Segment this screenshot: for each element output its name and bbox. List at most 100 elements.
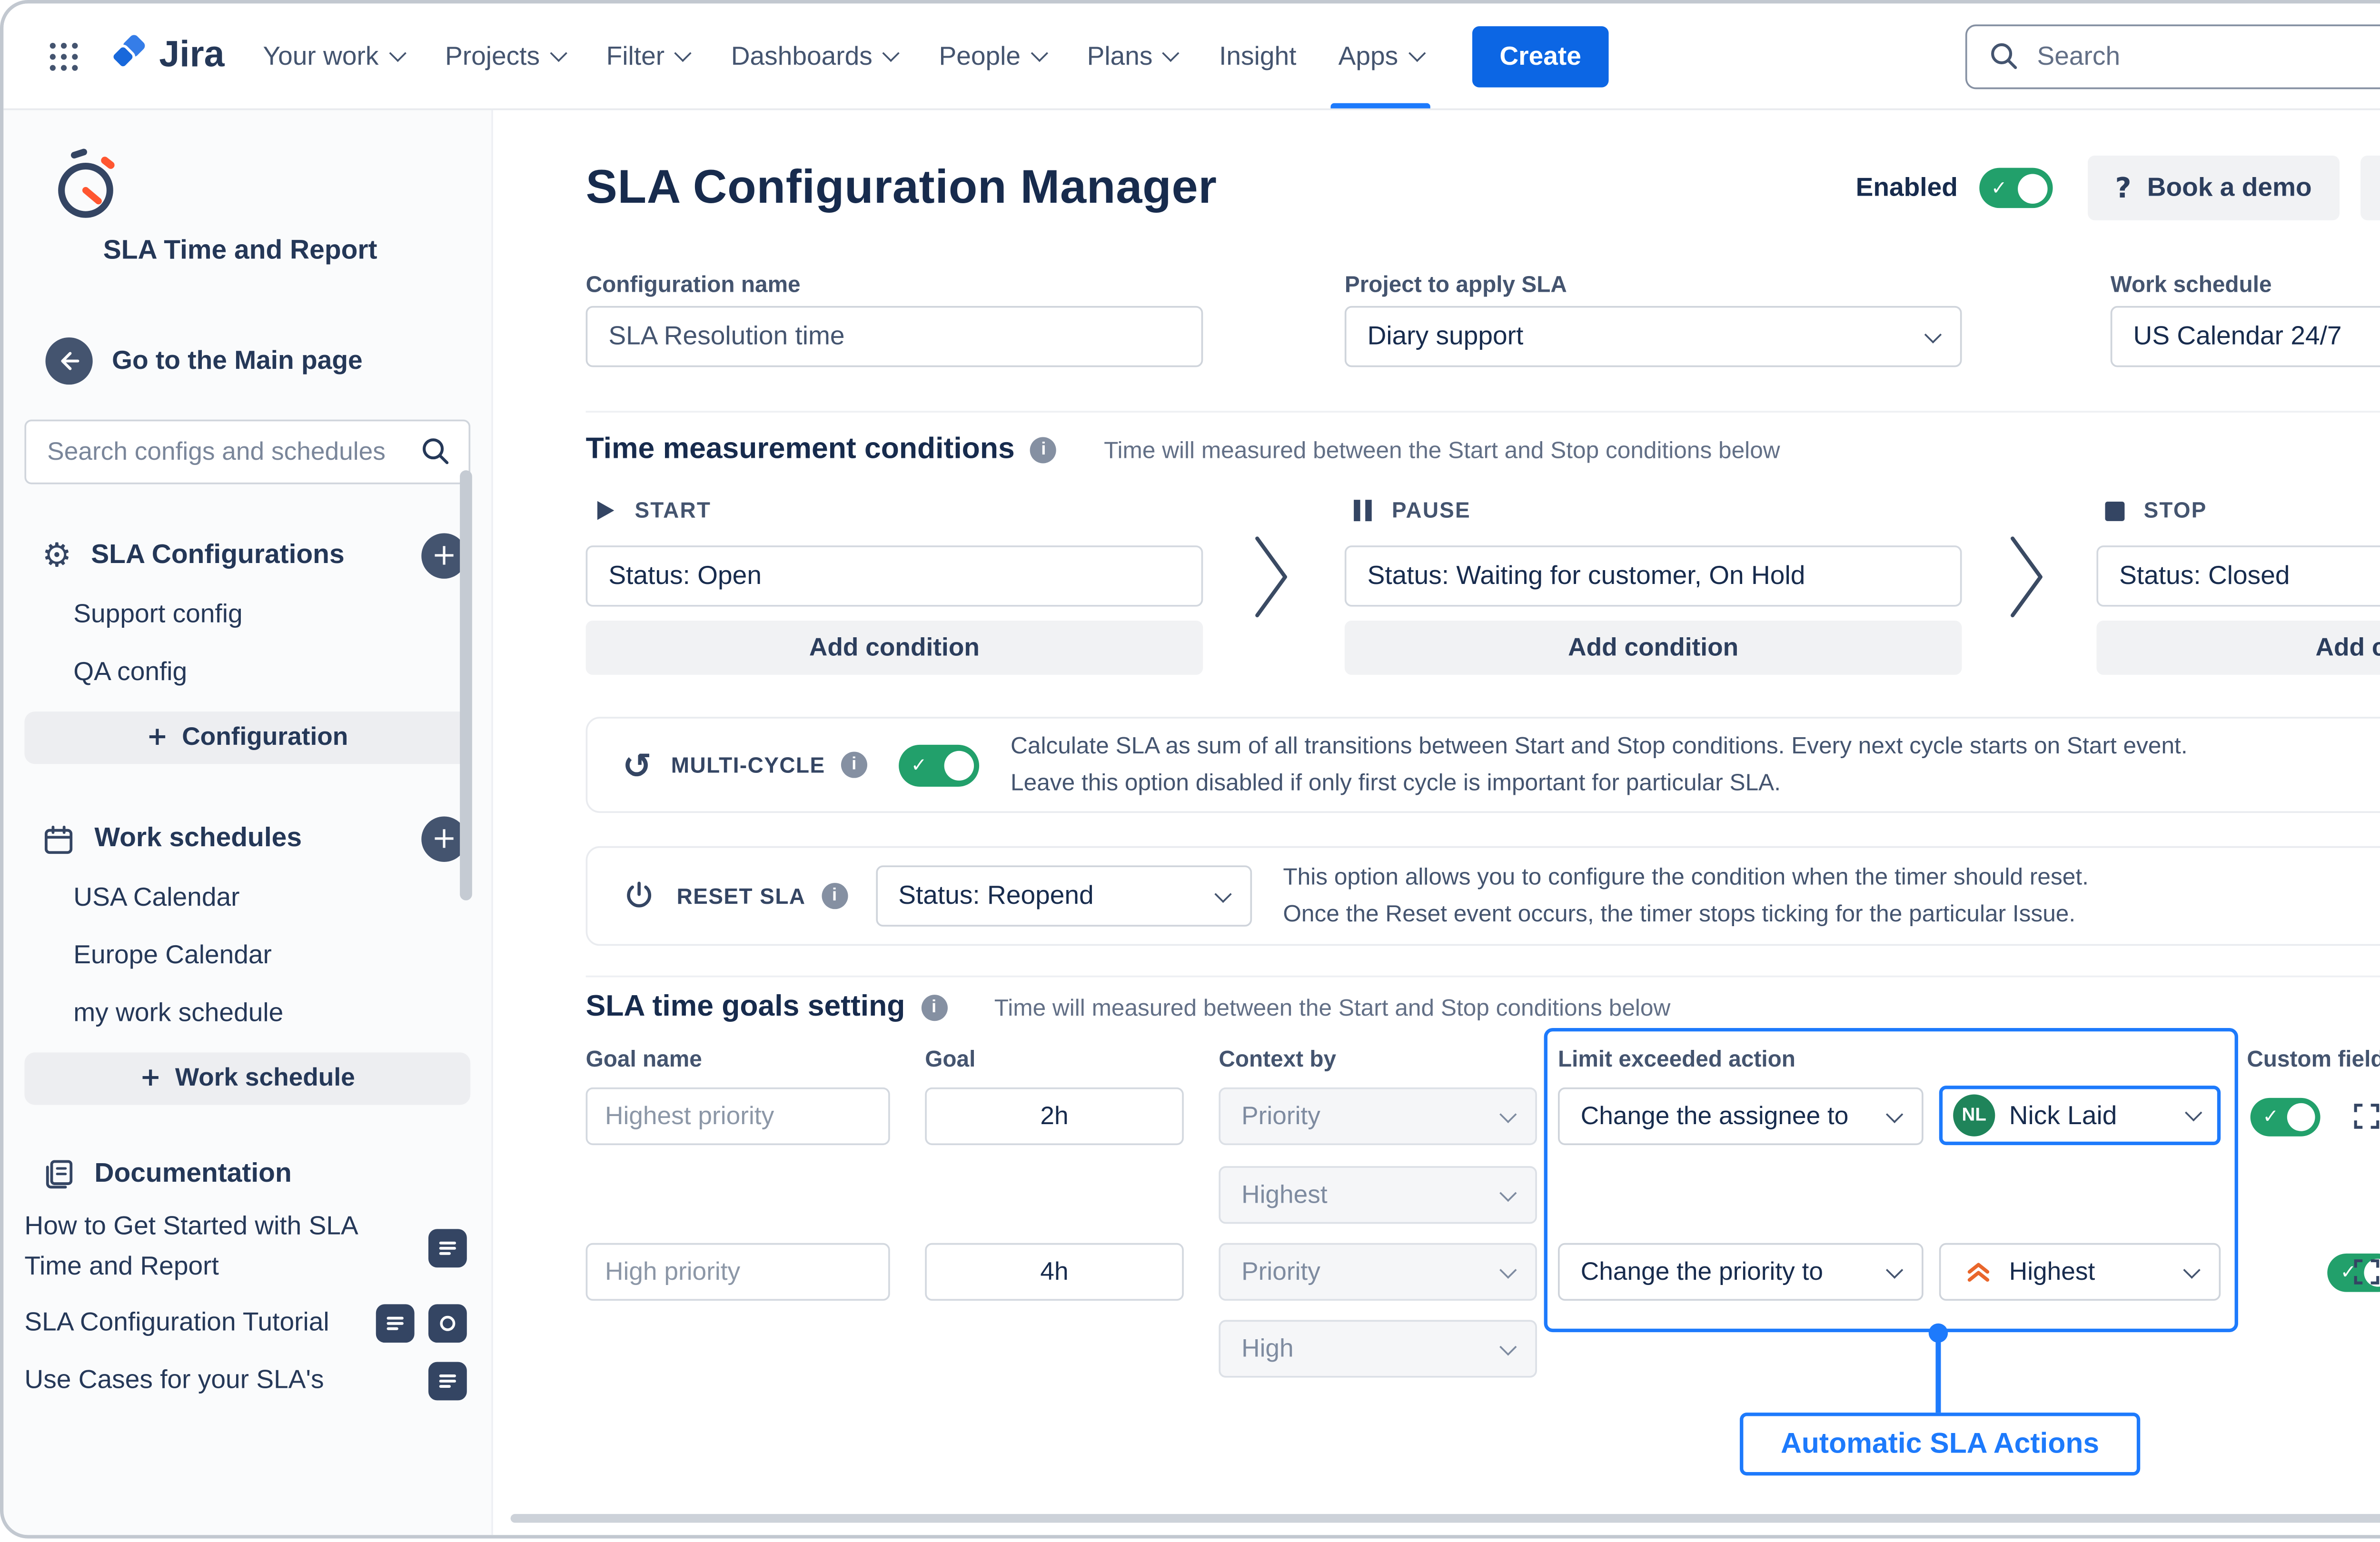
sla-configurations-section-header: ⚙ SLA Configurations + bbox=[42, 533, 467, 579]
sidebar-search-input[interactable] bbox=[24, 420, 470, 484]
nav-item-your-work[interactable]: Your work bbox=[242, 3, 424, 108]
limit-action-select[interactable]: Change the priority to bbox=[1558, 1243, 1924, 1301]
nav-item-filter[interactable]: Filter bbox=[585, 3, 710, 108]
assignee-select[interactable]: NL Nick Laid bbox=[1939, 1086, 2221, 1145]
project-select[interactable]: Diary support bbox=[1345, 306, 1962, 367]
context-by-select[interactable]: Priority bbox=[1219, 1243, 1537, 1301]
jira-logo[interactable]: Jira bbox=[105, 32, 224, 79]
stop-add-condition-button[interactable]: Add condition bbox=[2096, 621, 2380, 675]
goal-value-input[interactable]: 4h bbox=[925, 1243, 1184, 1301]
custom-field-toggle[interactable]: ✓ bbox=[2251, 1098, 2320, 1137]
nav-item-apps[interactable]: Apps bbox=[1318, 3, 1444, 108]
nav-item-dashboards[interactable]: Dashboards bbox=[710, 3, 918, 108]
chevron-down-icon bbox=[2183, 1262, 2200, 1279]
chevron-down-icon bbox=[1162, 44, 1180, 61]
calendar-icon bbox=[42, 822, 75, 856]
chevron-down-icon bbox=[1924, 326, 1942, 343]
back-to-main-link[interactable]: Go to the Main page bbox=[46, 337, 492, 385]
context-value-select[interactable]: Highest bbox=[1219, 1166, 1537, 1224]
configuration-name-input[interactable] bbox=[586, 306, 1203, 367]
chevron-down-icon bbox=[1214, 886, 1231, 903]
doc-item-get-started[interactable]: How to Get Started with SLA Time and Rep… bbox=[24, 1208, 466, 1286]
top-navbar: Jira Your work Projects Filter Dashboard… bbox=[3, 3, 2380, 110]
reset-sla-description: This option allows you to configure the … bbox=[1283, 860, 2089, 931]
section-title: Work schedules bbox=[94, 823, 402, 855]
project-label: Project to apply SLA bbox=[1345, 271, 1567, 297]
info-icon[interactable]: i bbox=[921, 994, 947, 1020]
power-icon bbox=[623, 880, 656, 913]
nav-item-insight[interactable]: Insight bbox=[1198, 3, 1318, 108]
documentation-section-header: Documentation bbox=[42, 1157, 467, 1191]
search-input[interactable] bbox=[1965, 24, 2380, 89]
pause-condition-input[interactable]: Status: Waiting for customer, On Hold bbox=[1345, 545, 1962, 607]
multi-cycle-toggle[interactable]: ✓ bbox=[899, 744, 979, 786]
expand-icon[interactable] bbox=[2350, 1100, 2380, 1133]
plus-icon: + bbox=[147, 724, 168, 752]
search-icon bbox=[1986, 38, 2021, 81]
primary-nav: Your work Projects Filter Dashboards Peo… bbox=[242, 3, 1609, 108]
arrow-right-icon bbox=[1250, 528, 1292, 626]
horizontal-scrollbar[interactable] bbox=[511, 1514, 2380, 1522]
sidebar-item-europe-calendar[interactable]: Europe Calendar bbox=[3, 927, 491, 984]
chevron-down-icon bbox=[1499, 1106, 1517, 1123]
priority-value-select[interactable]: Highest bbox=[1939, 1243, 2221, 1301]
multi-cycle-label: MULTI-CYCLE bbox=[671, 752, 825, 777]
chevron-down-icon bbox=[1499, 1338, 1517, 1355]
add-configuration-pill-button[interactable]: + Configuration bbox=[24, 712, 470, 764]
context-value-select[interactable]: High bbox=[1219, 1320, 1537, 1377]
sidebar-item-support-config[interactable]: Support config bbox=[3, 586, 491, 643]
nav-item-people[interactable]: People bbox=[918, 3, 1066, 108]
time-conditions-header: Time measurement conditions i Time will … bbox=[586, 432, 1780, 466]
create-button[interactable]: Create bbox=[1472, 25, 1609, 87]
sidebar-scrollbar[interactable] bbox=[460, 470, 472, 900]
chevron-down-icon bbox=[1499, 1262, 1517, 1279]
book-demo-button[interactable]: ? Book a demo bbox=[2087, 156, 2340, 220]
limit-action-select[interactable]: Change the assignee to bbox=[1558, 1087, 1924, 1145]
context-by-select[interactable]: Priority bbox=[1219, 1087, 1537, 1145]
start-condition-input[interactable]: Status: Open bbox=[586, 545, 1203, 607]
info-icon[interactable]: i bbox=[822, 883, 848, 909]
priority-highest-icon bbox=[1962, 1255, 1995, 1289]
goal-name-input[interactable]: High priority bbox=[586, 1243, 890, 1301]
add-schedule-pill-button[interactable]: + Work schedule bbox=[24, 1052, 470, 1105]
work-schedule-select[interactable]: US Calendar 24/7 bbox=[2111, 306, 2380, 367]
app-switcher-icon[interactable] bbox=[31, 24, 94, 87]
expand-icon[interactable] bbox=[2350, 1255, 2380, 1289]
pause-column-header: PAUSE bbox=[1352, 498, 1471, 523]
documentation-icon bbox=[42, 1157, 75, 1191]
section-title: SLA Configurations bbox=[91, 540, 402, 572]
goal-name-input[interactable]: Highest priority bbox=[586, 1087, 890, 1145]
start-add-condition-button[interactable]: Add condition bbox=[586, 621, 1203, 675]
start-column-header: START bbox=[593, 498, 711, 523]
section-title: SLA time goals setting bbox=[586, 989, 905, 1024]
sidebar-item-usa-calendar[interactable]: USA Calendar bbox=[3, 869, 491, 927]
configuration-name-label: Configuration name bbox=[586, 271, 801, 297]
jira-logo-icon bbox=[105, 32, 152, 79]
sidebar-search bbox=[24, 420, 470, 484]
info-icon[interactable]: i bbox=[841, 752, 867, 778]
reset-condition-select[interactable]: Status: Reopend bbox=[875, 865, 1251, 927]
sidebar-item-my-work-schedule[interactable]: my work schedule bbox=[3, 984, 491, 1042]
nav-item-plans[interactable]: Plans bbox=[1066, 3, 1198, 108]
chevron-down-icon bbox=[882, 44, 899, 61]
info-icon[interactable]: i bbox=[1031, 436, 1057, 463]
doc-item-configuration-tutorial[interactable]: SLA Configuration Tutorial bbox=[24, 1304, 466, 1344]
sla-app-logo bbox=[49, 148, 491, 231]
goal-value-input[interactable]: 2h bbox=[925, 1087, 1184, 1145]
main-content: SLA Configuration Manager Enabled ✓ ? Bo… bbox=[493, 110, 2380, 1535]
custom-field-column-label: Custom field i bbox=[2247, 1046, 2380, 1072]
doc-item-use-cases[interactable]: Use Cases for your SLA's bbox=[24, 1361, 466, 1401]
sidebar-item-qa-config[interactable]: QA config bbox=[3, 643, 491, 701]
setup-wizard-button[interactable]: Setup Wizard bbox=[2361, 156, 2380, 220]
user-avatar: NL bbox=[1953, 1095, 1995, 1137]
enabled-toggle[interactable]: ✓ bbox=[1979, 168, 2052, 208]
article-badge-icon bbox=[428, 1228, 467, 1267]
nav-item-projects[interactable]: Projects bbox=[424, 3, 585, 108]
back-arrow-icon bbox=[46, 337, 93, 385]
work-schedule-label: Work schedule bbox=[2111, 271, 2272, 297]
pause-add-condition-button[interactable]: Add condition bbox=[1345, 621, 1962, 675]
page-header: SLA Configuration Manager Enabled ✓ ? Bo… bbox=[586, 156, 2380, 220]
stop-condition-input[interactable]: Status: Closed bbox=[2096, 545, 2380, 607]
page-title: SLA Configuration Manager bbox=[586, 161, 1835, 215]
multi-cycle-icon: ↺ bbox=[623, 747, 652, 782]
